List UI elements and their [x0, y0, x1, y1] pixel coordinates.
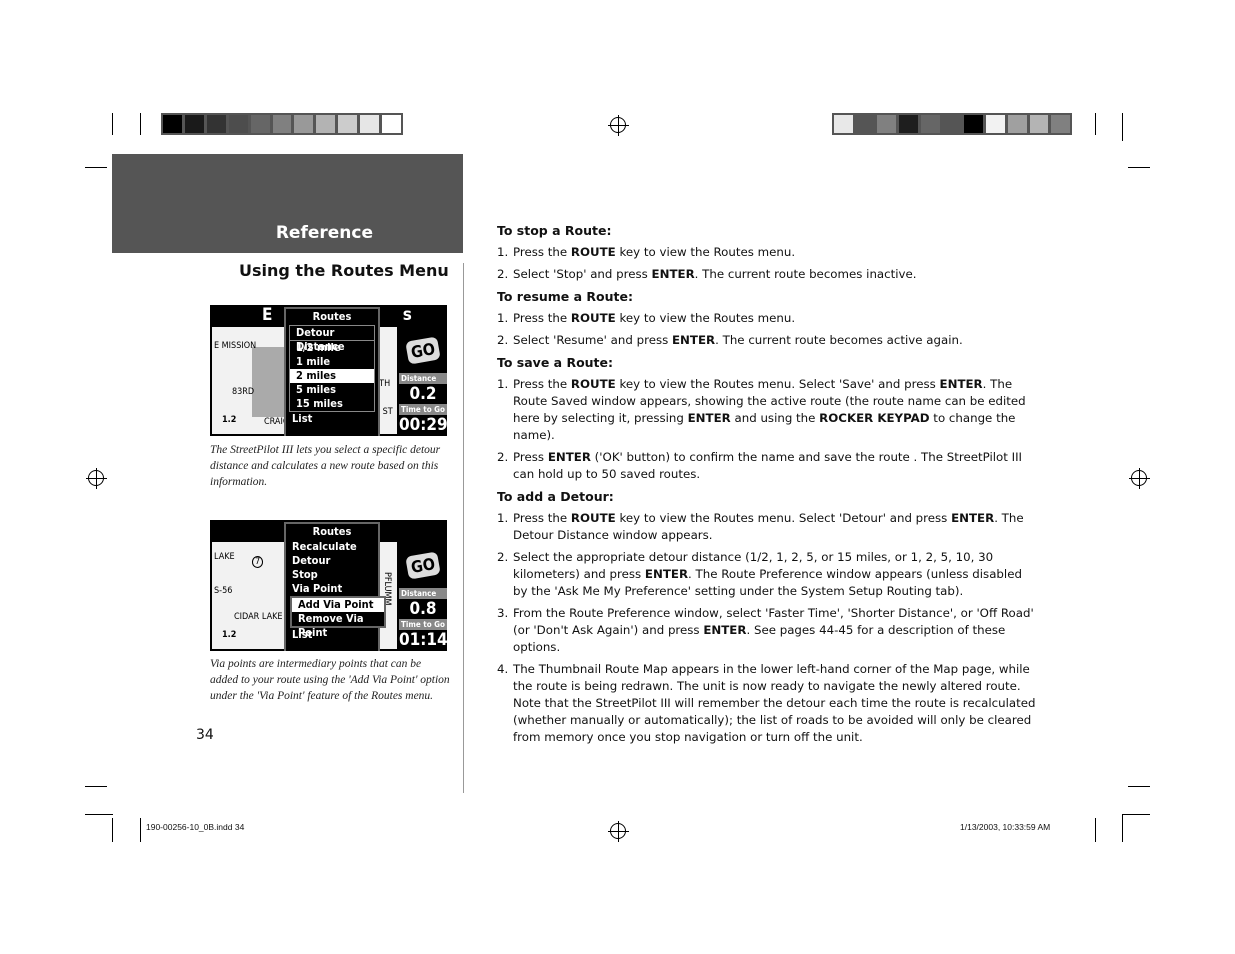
gps-screenshot-detour: East St E MISSION 83RD CRAIG 9TH H ST 1.… — [210, 305, 447, 436]
step: 1. Press the ROUTE key to view the Routes… — [497, 511, 1024, 542]
step: 1. Press the ROUTE key to view the Routes… — [497, 377, 1026, 442]
step: 2. Select the appropriate detour distance… — [497, 550, 1022, 598]
menu-item[interactable]: 5 miles — [290, 383, 374, 397]
color-swatch — [920, 115, 940, 133]
map-scale: 1.2 — [222, 630, 237, 640]
page-number: 34 — [196, 727, 214, 743]
color-swatch — [899, 115, 918, 133]
step: 1. Press the ROUTE key to view the Routes… — [497, 311, 796, 325]
footer-timestamp: 1/13/2003, 10:33:59 AM — [960, 822, 1051, 832]
color-swatch — [294, 115, 314, 133]
column-divider — [463, 263, 464, 793]
color-swatch — [964, 115, 984, 133]
color-calibration-bar-right — [832, 113, 1072, 135]
steps-list: 1. Press the ROUTE key to view the Routes… — [497, 244, 1037, 283]
color-swatch — [855, 115, 875, 133]
crop-mark — [1095, 818, 1096, 842]
crop-mark — [1122, 814, 1150, 815]
steps-list: 1. Press the ROUTE key to view the Routes… — [497, 376, 1037, 483]
color-swatch — [877, 115, 897, 133]
section-heading: To resume a Route: — [497, 289, 633, 304]
color-swatch — [382, 115, 401, 133]
color-swatch — [250, 115, 270, 133]
routes-menu: Routes Detour Distance 1/2 mile 1 mile 2… — [284, 307, 380, 436]
color-swatch — [360, 115, 380, 133]
color-swatch — [1029, 115, 1049, 133]
nav-info-panel: GO Distance 0.8 Time to Go 01:14 — [399, 542, 447, 651]
go-flag-icon: GO — [399, 327, 447, 373]
step: 1. Press the ROUTE key to view the Routes… — [497, 245, 796, 259]
crop-mark — [85, 786, 107, 787]
section-heading: To stop a Route: — [497, 223, 612, 238]
menu-item[interactable]: Via Point — [286, 582, 378, 596]
instructions-column: To stop a Route: 1. Press the ROUTE key to… — [497, 222, 1037, 751]
steps-list: 1. Press the ROUTE key to view the Routes… — [497, 310, 1037, 349]
menu-item[interactable]: Stop — [286, 568, 378, 582]
color-swatch — [338, 115, 358, 133]
caption: The StreetPilot III lets you select a sp… — [210, 444, 441, 488]
crop-mark — [140, 113, 141, 135]
menu-item[interactable]: List — [286, 412, 378, 426]
color-swatch — [184, 115, 204, 133]
menu-item[interactable]: Recalculate — [286, 540, 378, 554]
menu-item[interactable]: 1 mile — [290, 355, 374, 369]
section-header: Reference — [112, 154, 463, 253]
crop-mark — [85, 814, 113, 815]
footer-filename: 190-00256-10_0B.indd 34 — [146, 822, 245, 832]
color-swatch — [206, 115, 226, 133]
crop-mark — [85, 167, 107, 168]
submenu-item[interactable]: Remove Via Point — [292, 612, 384, 639]
crop-mark — [1128, 786, 1150, 787]
registration-mark-icon — [1129, 468, 1150, 489]
routes-menu: Routes Recalculate Detour Stop Via Point… — [284, 522, 386, 651]
crop-mark — [1122, 113, 1123, 141]
color-swatch — [942, 115, 962, 133]
color-calibration-bar-left — [161, 113, 403, 135]
step: 2. Select 'Stop' and press ENTER. The cur… — [497, 267, 917, 281]
caption: Via points are intermediary points that … — [210, 658, 450, 702]
color-swatch — [1051, 115, 1071, 133]
crop-mark — [112, 818, 113, 842]
gps-screenshot-via-point: W N LAKE 7 S-56 CIDAR LAKE PFLUMM 1.2 Ro… — [210, 520, 447, 651]
section-heading: To add a Detour: — [497, 489, 614, 504]
step: 3. From the Route Preference window, sele… — [497, 606, 1034, 654]
section-title: Reference — [275, 223, 373, 243]
color-swatch — [1007, 115, 1027, 133]
nav-info-panel: GO Distance 0.2 Time to Go 00:29 — [399, 327, 447, 436]
steps-list: 1. Press the ROUTE key to view the Routes… — [497, 510, 1037, 746]
color-swatch — [986, 115, 1005, 133]
crop-mark — [1095, 113, 1096, 135]
color-swatch — [228, 115, 248, 133]
map-scale: 1.2 — [222, 415, 237, 425]
color-swatch — [163, 115, 182, 133]
go-flag-icon: GO — [399, 542, 447, 588]
crop-mark — [1122, 814, 1123, 842]
menu-item[interactable]: 1/2 mile — [290, 341, 374, 355]
menu-item[interactable]: 15 miles — [290, 397, 374, 411]
submenu-item-selected[interactable]: Add Via Point — [292, 598, 384, 612]
color-swatch — [316, 115, 336, 133]
menu-item-selected[interactable]: 2 miles — [290, 369, 374, 383]
crop-mark — [1128, 167, 1150, 168]
page-title: Using the Routes Menu — [239, 261, 449, 280]
manual-page: Reference Using the Routes Menu East St … — [0, 0, 1235, 954]
step: 2. Press ENTER ('OK' button) to confirm t… — [497, 450, 1023, 481]
menu-item[interactable]: Detour — [286, 554, 378, 568]
step: 2. Select 'Resume' and press ENTER. The c… — [497, 333, 963, 347]
section-heading: To save a Route: — [497, 355, 614, 370]
crop-mark — [140, 818, 141, 842]
registration-mark-icon — [86, 468, 107, 489]
color-swatch — [272, 115, 292, 133]
color-swatch — [834, 115, 853, 133]
registration-mark-icon — [608, 821, 629, 842]
crop-mark — [112, 113, 113, 135]
registration-mark-icon — [608, 115, 629, 136]
step: 4. The Thumbnail Route Map appears in the… — [497, 662, 1036, 744]
